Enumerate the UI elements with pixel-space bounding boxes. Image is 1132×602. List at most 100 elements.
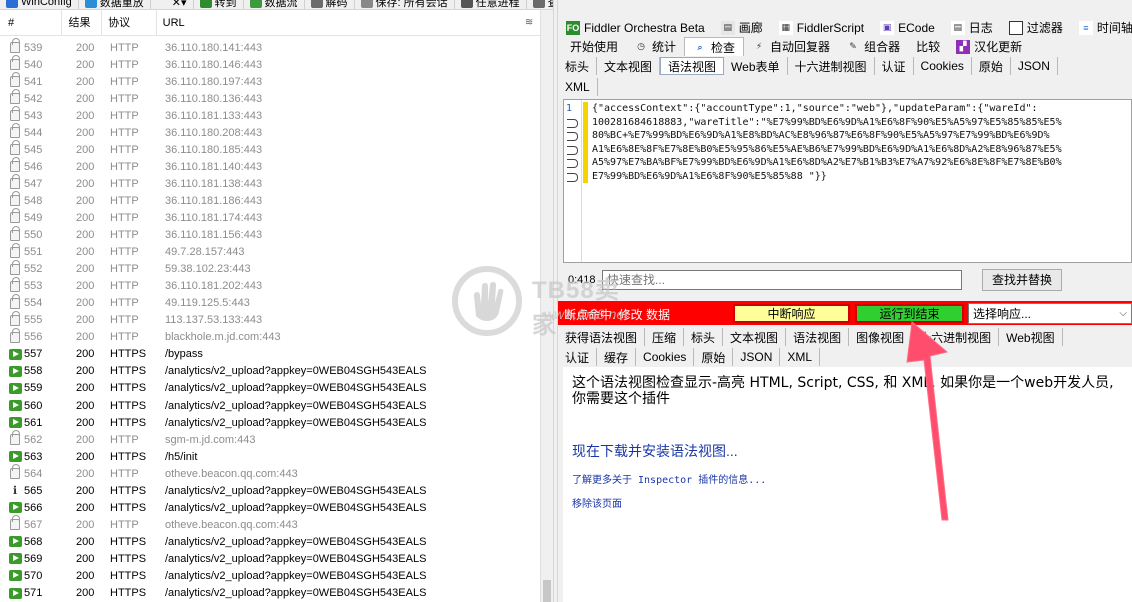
main-tab-1[interactable]: ◷ 统计 bbox=[626, 37, 684, 56]
top-tab-3[interactable]: ▣ ECode bbox=[872, 18, 943, 37]
session-row[interactable]: 553 200 HTTP 36.110.181.202:443 bbox=[0, 276, 540, 295]
request-tab-4[interactable]: 十六进制视图 bbox=[788, 57, 875, 75]
session-row[interactable]: 544 200 HTTP 36.110.180.208:443 bbox=[0, 123, 540, 141]
column-header-url[interactable]: URL bbox=[155, 10, 522, 36]
main-tab-5[interactable]: 比较 bbox=[908, 37, 948, 56]
response-tab-5[interactable]: 图像视图 bbox=[849, 328, 913, 346]
session-row[interactable]: 571 200 HTTPS/analytics/v2_upload?appkey=0… bbox=[0, 585, 540, 602]
session-row[interactable]: 556 200 HTTP blackhole.m.jd.com:443 bbox=[0, 327, 540, 346]
session-row[interactable]: 541 200 HTTP 36.110.180.197:443 bbox=[0, 72, 540, 90]
quick-find-input[interactable] bbox=[602, 269, 962, 290]
request-tab-7[interactable]: 原始 bbox=[972, 57, 1011, 75]
session-row[interactable]: 545 200 HTTP 36.110.180.185:443 bbox=[0, 140, 540, 158]
session-url: 36.110.181.140:443 bbox=[165, 160, 263, 173]
top-tab-0[interactable]: FO Fiddler Orchestra Beta bbox=[558, 18, 713, 37]
request-tab-8[interactable]: JSON bbox=[1011, 57, 1058, 75]
response-tab-row2-4[interactable]: JSON bbox=[733, 348, 781, 366]
session-row[interactable]: 562 200 HTTP sgm-m.jd.com:443 bbox=[0, 430, 540, 448]
request-tab-1[interactable]: 文本视图 bbox=[597, 57, 661, 75]
request-tab-3[interactable]: Web表单 bbox=[724, 57, 788, 75]
break-on-response-button[interactable]: 中断响应 bbox=[733, 304, 850, 323]
session-row[interactable]: 551 200 HTTP 49.7.28.157:443 bbox=[0, 242, 540, 261]
main-tab-3[interactable]: ⚡ 自动回复器 bbox=[744, 37, 838, 56]
response-tab-6[interactable]: 十六进制视图 bbox=[912, 328, 1000, 346]
column-header-number[interactable]: # bbox=[0, 10, 61, 36]
session-row[interactable]: 559 200 HTTPS/analytics/v2_upload?appkey=0… bbox=[0, 380, 540, 397]
session-row[interactable]: 567 200 HTTP otheve.beacon.qq.com:443 bbox=[0, 515, 540, 533]
session-row[interactable]: 548 200 HTTP 36.110.181.186:443 bbox=[0, 191, 540, 209]
main-tab-2[interactable]: ⌕ 检查 bbox=[684, 37, 745, 56]
learn-more-link[interactable]: 了解更多关于 Inspector 插件的信息... bbox=[572, 471, 766, 486]
session-row[interactable]: 549 200 HTTP 36.110.181.174:443 bbox=[0, 208, 540, 226]
session-row[interactable]: 550 200 HTTP 36.110.181.156:443 bbox=[0, 225, 540, 244]
response-tab-row2-1[interactable]: 缓存 bbox=[597, 348, 637, 366]
session-row[interactable]: 564 200 HTTP otheve.beacon.qq.com:443 bbox=[0, 464, 540, 482]
response-tab-row2-5[interactable]: XML bbox=[780, 348, 821, 366]
session-row[interactable]: 557 200 HTTPS/bypass bbox=[0, 346, 540, 363]
session-row[interactable]: 543 200 HTTP 36.110.181.133:443 bbox=[0, 106, 540, 124]
session-row[interactable]: 563 200 HTTPS/h5/init bbox=[0, 448, 540, 465]
syntax-view-editor[interactable]: 1 {"accessContext":{"accountType":1,"sou… bbox=[563, 99, 1132, 263]
session-row[interactable]: 540 200 HTTP 36.110.180.146:443 bbox=[0, 55, 540, 73]
remove-page-link[interactable]: 移除该页面 bbox=[572, 495, 622, 510]
top-tab-4[interactable]: ▤ 日志 bbox=[943, 18, 1001, 37]
toolbar-item-7[interactable]: 任意进程 bbox=[455, 0, 527, 9]
toolbar-item-2[interactable]: ✕▾ bbox=[151, 0, 194, 9]
session-row[interactable]: 552 200 HTTP 59.38.102.23:443 bbox=[0, 259, 540, 278]
choose-response-select[interactable]: 选择响应... ⌵ bbox=[968, 303, 1132, 324]
request-body-code[interactable]: {"accessContext":{"accountType":1,"sourc… bbox=[592, 102, 1062, 183]
main-tab-6[interactable]: ▞ 汉化更新 bbox=[948, 37, 1030, 56]
session-row[interactable]: 547 200 HTTP 36.110.181.138:443 bbox=[0, 174, 540, 192]
session-list-scrollbar[interactable] bbox=[540, 10, 553, 602]
download-syntax-view-link[interactable]: 现在下载并安装语法视图... bbox=[572, 441, 738, 461]
session-row[interactable]: 561 200 HTTPS/analytics/v2_upload?appkey=0… bbox=[0, 414, 540, 431]
response-tab-row2-0[interactable]: 认证 bbox=[558, 348, 598, 366]
column-header-protocol[interactable]: 协议 bbox=[101, 10, 156, 36]
toolbar-item-5[interactable]: 解码 bbox=[305, 0, 355, 9]
session-row[interactable]: 555 200 HTTP 113.137.53.133:443 bbox=[0, 310, 540, 329]
session-list: # 结果 协议 URL ≋ 539 200 HTTP 36.110.180.141:4… bbox=[0, 10, 540, 602]
session-row[interactable]: 539 200 HTTP 36.110.180.141:443 bbox=[0, 38, 540, 56]
response-tab-7[interactable]: Web视图 bbox=[999, 328, 1063, 346]
session-row[interactable]: 542 200 HTTP 36.110.180.136:443 bbox=[0, 89, 540, 107]
request-tab-row2-0[interactable]: XML bbox=[558, 78, 598, 96]
request-tab-5[interactable]: 认证 bbox=[875, 57, 914, 75]
toolbar-item-8[interactable]: 查找 bbox=[527, 0, 556, 9]
toolbar-item-4[interactable]: 数据流 bbox=[244, 0, 305, 9]
toolbar-item-3[interactable]: 转到 bbox=[194, 0, 244, 9]
request-tab-0[interactable]: 标头 bbox=[558, 57, 598, 75]
session-row[interactable]: 558 200 HTTPS/analytics/v2_upload?appkey=0… bbox=[0, 363, 540, 380]
session-row[interactable]: 546 200 HTTP 36.110.181.140:443 bbox=[0, 157, 540, 175]
top-tab-5[interactable]: 过滤器 bbox=[1001, 18, 1071, 37]
toolbar-item-6[interactable]: 保存: 所有会话 bbox=[355, 0, 455, 9]
response-tab-row2-2[interactable]: Cookies bbox=[636, 348, 695, 366]
request-tab-6[interactable]: Cookies bbox=[914, 57, 972, 75]
response-tab-row2-3[interactable]: 原始 bbox=[694, 348, 734, 366]
run-to-completion-button[interactable]: 运行到结束 bbox=[855, 304, 964, 323]
response-tab-4[interactable]: 语法视图 bbox=[786, 328, 850, 346]
scrollbar-thumb[interactable] bbox=[543, 580, 551, 602]
session-row[interactable]: 554 200 HTTP 49.119.125.5:443 bbox=[0, 293, 540, 312]
toolbar-item-0[interactable]: WinConfig bbox=[0, 0, 79, 9]
response-tab-2[interactable]: 标头 bbox=[684, 328, 724, 346]
session-row[interactable]: 560 200 HTTPS/analytics/v2_upload?appkey=0… bbox=[0, 397, 540, 414]
top-tab-2[interactable]: ▦ FiddlerScript bbox=[771, 18, 872, 37]
top-tab-1[interactable]: ▤ 画廊 bbox=[713, 18, 771, 37]
session-row[interactable]: ℹ 565 200 HTTPS/analytics/v2_upload?appkey=… bbox=[0, 482, 540, 499]
find-replace-button[interactable]: 查找并替换 bbox=[982, 268, 1062, 291]
response-tab-0[interactable]: 获得语法视图 bbox=[558, 328, 646, 346]
session-row[interactable]: 569 200 HTTPS/analytics/v2_upload?appkey=0… bbox=[0, 550, 540, 567]
session-row[interactable]: 570 200 HTTPS/analytics/v2_upload?appkey=0… bbox=[0, 567, 540, 584]
session-result: 200 bbox=[76, 569, 95, 582]
main-tab-4[interactable]: ✎ 组合器 bbox=[838, 37, 908, 56]
response-tab-3[interactable]: 文本视图 bbox=[723, 328, 787, 346]
toolbar-item-1[interactable]: 数据重放 bbox=[79, 0, 151, 9]
main-tab-0[interactable]: 开始使用 bbox=[562, 37, 626, 56]
column-chooser-icon[interactable]: ≋ bbox=[522, 17, 536, 28]
session-row[interactable]: 566 200 HTTPS/analytics/v2_upload?appkey=0… bbox=[0, 499, 540, 516]
session-row[interactable]: 568 200 HTTPS/analytics/v2_upload?appkey=0… bbox=[0, 533, 540, 550]
request-tab-2[interactable]: 语法视图 bbox=[660, 57, 725, 75]
top-tab-6[interactable]: ≡ 时间轴 bbox=[1071, 18, 1132, 37]
response-tab-1[interactable]: 压缩 bbox=[645, 328, 685, 346]
column-header-result[interactable]: 结果 bbox=[61, 10, 101, 36]
